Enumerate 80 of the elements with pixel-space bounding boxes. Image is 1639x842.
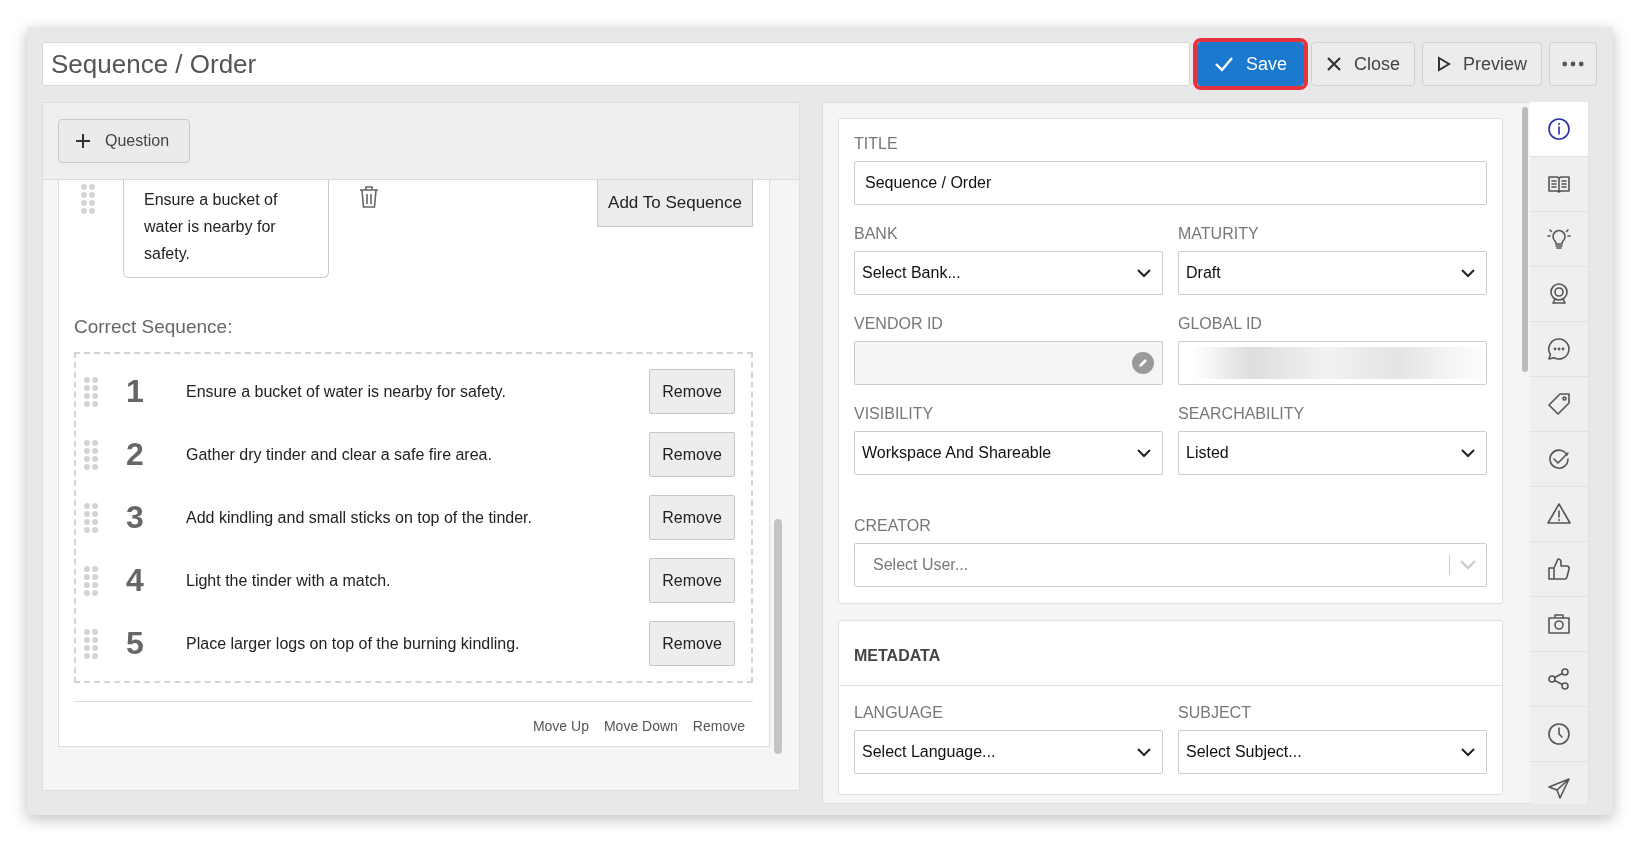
add-to-sequence-button[interactable]: Add To Sequence <box>597 180 753 227</box>
lightbulb-icon <box>1546 226 1572 252</box>
drag-handle-icon[interactable] <box>84 439 98 470</box>
action-link[interactable]: Move Up <box>532 718 589 734</box>
more-icon <box>1562 61 1584 67</box>
dropdown[interactable]: Select Subject... <box>1178 730 1487 774</box>
step-number: 4 <box>126 562 145 599</box>
chat-bubble-icon <box>1546 336 1572 362</box>
remove-button[interactable]: Remove <box>649 621 735 666</box>
chevron-down-icon <box>1460 560 1476 570</box>
scrollbar-thumb[interactable] <box>774 519 782 754</box>
field-label: LANGUAGE <box>854 704 944 722</box>
remove-button[interactable]: Remove <box>649 495 735 540</box>
chevron-down-icon <box>1461 268 1475 278</box>
answer-card[interactable]: Ensure a bucket of water is nearby for safety. <box>123 180 329 278</box>
step-text: Gather dry tinder and clear a safe fire area. <box>186 445 493 464</box>
scrollbar-thumb[interactable] <box>1522 107 1528 372</box>
warning-icon <box>1546 501 1572 527</box>
clock-icon <box>1546 721 1572 747</box>
field-label: TITLE <box>854 135 899 153</box>
plus-icon <box>75 133 91 149</box>
field-label: BANK <box>854 225 899 243</box>
remove-button[interactable]: Remove <box>649 369 735 414</box>
dropdown[interactable]: Listed <box>1178 431 1487 475</box>
checkmark-icon <box>1213 56 1234 72</box>
dropdown[interactable]: Select Bank... <box>854 251 1163 295</box>
send-icon <box>1546 776 1572 802</box>
add-question-button[interactable]: Question <box>58 119 191 163</box>
drag-handle-icon[interactable] <box>84 628 98 659</box>
tag-icon <box>1546 391 1572 417</box>
step-number: 3 <box>126 499 145 536</box>
pencil-icon[interactable] <box>1132 352 1154 374</box>
field-label: GLOBAL ID <box>1178 315 1263 333</box>
step-number: 5 <box>126 625 145 662</box>
chevron-down-icon <box>1137 747 1151 757</box>
step-text: Add kindling and small sticks on top of the tinder. <box>186 508 533 527</box>
chevron-down-icon <box>1137 268 1151 278</box>
remove-button[interactable]: Remove <box>649 432 735 477</box>
step-text: Ensure a bucket of water is nearby for safety. <box>186 382 507 401</box>
field-label: MATURITY <box>1178 225 1260 243</box>
section-heading: METADATA <box>839 621 1502 686</box>
user-dropdown[interactable]: Select User... <box>854 543 1487 587</box>
chevron-down-icon <box>1461 747 1475 757</box>
drag-handle-icon[interactable] <box>84 565 98 596</box>
action-link[interactable]: Move Down <box>603 718 678 734</box>
step-text: Place larger logs on top of the burning kindling. <box>186 634 521 653</box>
close-icon <box>1325 56 1342 72</box>
share-icon <box>1546 666 1572 692</box>
chevron-down-icon <box>1461 448 1475 458</box>
thumbs-up-icon <box>1546 556 1572 582</box>
action-link[interactable]: Remove <box>692 718 745 734</box>
text-field[interactable] <box>1178 341 1487 385</box>
step-number: 1 <box>126 373 145 410</box>
field-label: VISIBILITY <box>854 405 935 423</box>
remove-button[interactable]: Remove <box>649 558 735 603</box>
dropdown[interactable]: Workspace And Shareable <box>854 431 1163 475</box>
step-text: Light the tinder with a match. <box>186 571 392 590</box>
preview-button[interactable]: Preview <box>1421 42 1542 86</box>
text-field[interactable]: Sequence / Order <box>854 161 1487 205</box>
dropdown[interactable]: Select Language... <box>854 730 1163 774</box>
close-button[interactable]: Close <box>1310 42 1415 86</box>
field-label: SEARCHABILITY <box>1178 405 1306 423</box>
trash-icon[interactable] <box>359 186 379 208</box>
more-options-button[interactable] <box>1549 42 1597 86</box>
title-field[interactable]: Sequence / Order <box>42 42 1190 86</box>
info-icon <box>1546 116 1572 142</box>
camera-icon <box>1546 611 1572 637</box>
chevron-down-icon <box>1137 448 1151 458</box>
section-label: Correct Sequence: <box>74 316 234 338</box>
sidebar-tab[interactable] <box>1530 102 1588 157</box>
play-icon <box>1436 56 1451 72</box>
drag-handle-icon[interactable] <box>84 376 98 407</box>
drag-handle-icon[interactable] <box>81 184 95 214</box>
field-label: SUBJECT <box>1178 704 1252 722</box>
step-number: 2 <box>126 436 145 473</box>
drag-handle-icon[interactable] <box>84 502 98 533</box>
field-label: CREATOR <box>854 517 932 535</box>
field-label: VENDOR ID <box>854 315 944 333</box>
dropdown[interactable]: Draft <box>1178 251 1487 295</box>
check-circle-icon <box>1546 446 1572 472</box>
